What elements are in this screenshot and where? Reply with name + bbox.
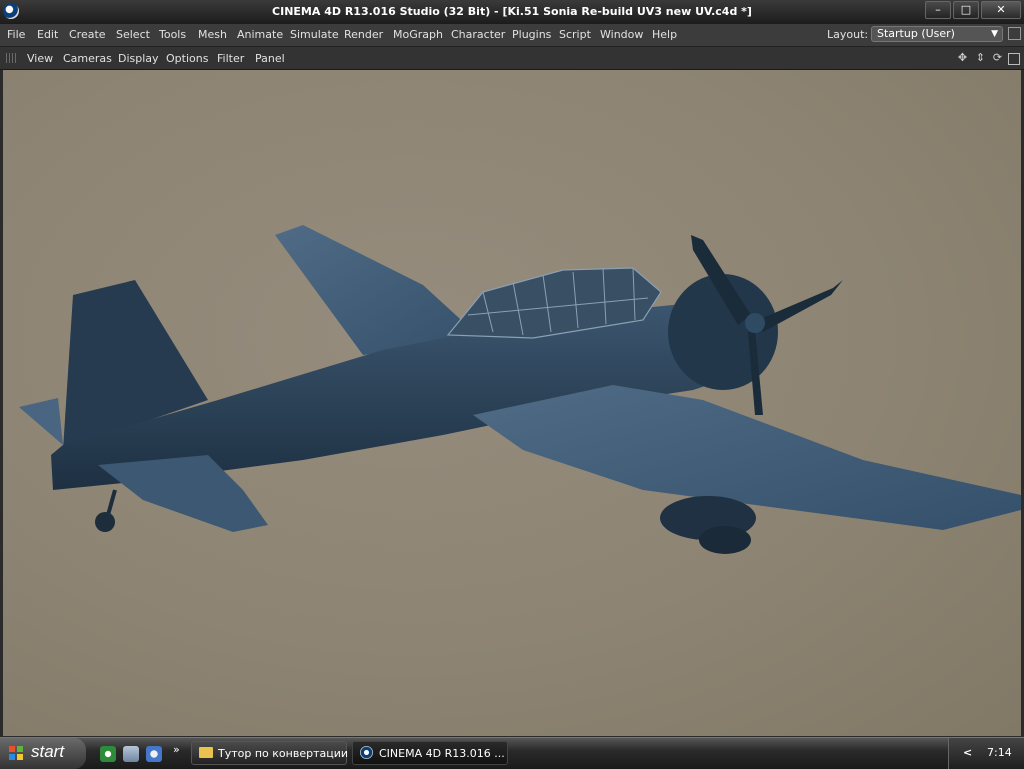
folder-icon <box>199 747 213 758</box>
menu-plugins[interactable]: Plugins <box>512 28 551 41</box>
menu-script[interactable]: Script <box>559 28 591 41</box>
viewport-menu-bar: View Cameras Display Options Filter Pane… <box>0 47 1024 70</box>
utorrent-icon[interactable] <box>100 746 116 762</box>
move-icon[interactable]: ✥ <box>956 51 969 64</box>
maximize-button[interactable]: □ <box>953 1 979 19</box>
start-button[interactable]: start <box>0 738 86 769</box>
maximize-view-icon[interactable] <box>1008 53 1020 65</box>
menu-create[interactable]: Create <box>69 28 106 41</box>
menu-select[interactable]: Select <box>116 28 150 41</box>
menu-bar: File Edit Create Select Tools Mesh Anima… <box>0 24 1024 47</box>
viewport-menu-filter[interactable]: Filter <box>217 52 244 65</box>
layout-label: Layout: <box>827 28 869 41</box>
layout-select-value: Startup (User) <box>877 27 955 40</box>
title-bar: CINEMA 4D R13.016 Studio (32 Bit) - [Ki.… <box>0 0 1024 25</box>
panel-grip-icon[interactable] <box>6 53 18 63</box>
layout-select[interactable]: Startup (User) ▼ <box>871 26 1003 42</box>
close-button[interactable]: ✕ <box>981 1 1021 19</box>
rotate-icon[interactable]: ⟳ <box>991 51 1004 64</box>
aircraft-model <box>19 225 1021 554</box>
menu-file[interactable]: File <box>7 28 25 41</box>
3d-viewport[interactable] <box>3 70 1021 736</box>
viewport-menu-options[interactable]: Options <box>166 52 208 65</box>
task-label: Тутор по конвертации <box>218 747 348 760</box>
menu-character[interactable]: Character <box>451 28 505 41</box>
desktop-icon[interactable] <box>123 746 139 762</box>
tray-expand-icon[interactable]: < <box>963 746 972 759</box>
dolly-icon[interactable]: ⇕ <box>974 51 987 64</box>
cinema4d-icon <box>360 746 373 759</box>
viewport-menu-panel[interactable]: Panel <box>255 52 285 65</box>
menu-tools[interactable]: Tools <box>159 28 186 41</box>
windows-logo-icon <box>9 746 23 760</box>
viewport-menu-view[interactable]: View <box>27 52 53 65</box>
task-folder-tutorial[interactable]: Тутор по конвертации <box>191 741 348 765</box>
menu-mesh[interactable]: Mesh <box>198 28 227 41</box>
task-label: CINEMA 4D R13.016 ... <box>379 747 505 760</box>
menu-window[interactable]: Window <box>600 28 643 41</box>
menu-render[interactable]: Render <box>344 28 383 41</box>
menu-edit[interactable]: Edit <box>37 28 58 41</box>
chevron-down-icon: ▼ <box>991 29 998 39</box>
clock[interactable]: 7:14 <box>987 746 1012 759</box>
menu-help[interactable]: Help <box>652 28 677 41</box>
viewport-menu-display[interactable]: Display <box>118 52 159 65</box>
layout-toggle-icon[interactable] <box>1008 27 1021 40</box>
minimize-button[interactable]: – <box>925 1 951 19</box>
menu-mograph[interactable]: MoGraph <box>393 28 443 41</box>
system-tray: < 7:14 <box>948 738 1024 769</box>
taskbar: start » Тутор по конвертации CINEMA 4D R… <box>0 737 1024 769</box>
quicklaunch-more-icon[interactable]: » <box>173 743 180 756</box>
network-icon[interactable] <box>146 746 162 762</box>
menu-animate[interactable]: Animate <box>237 28 283 41</box>
task-cinema4d[interactable]: CINEMA 4D R13.016 ... <box>352 741 508 765</box>
start-label: start <box>31 742 65 761</box>
menu-simulate[interactable]: Simulate <box>290 28 339 41</box>
window-title: CINEMA 4D R13.016 Studio (32 Bit) - [Ki.… <box>272 5 752 18</box>
viewport-menu-cameras[interactable]: Cameras <box>63 52 112 65</box>
